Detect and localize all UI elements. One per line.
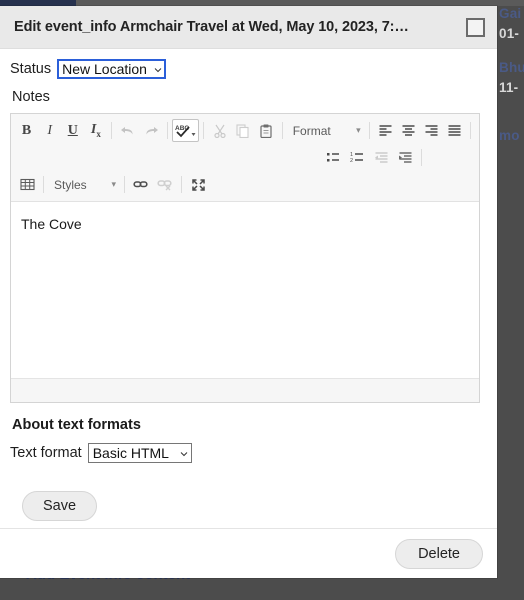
- save-button-row: Save: [10, 491, 485, 521]
- text-format-select[interactable]: Basic HTML: [87, 443, 192, 463]
- toolbar-separator: [124, 176, 125, 193]
- text-format-label: Text format: [10, 445, 82, 461]
- background-right-column: Gai 01- Bhu 11- mo: [497, 0, 524, 600]
- delete-button[interactable]: Delete: [395, 538, 483, 569]
- background-more-link[interactable]: mo: [497, 126, 524, 146]
- table-icon[interactable]: [15, 173, 39, 196]
- italic-icon[interactable]: I: [38, 119, 61, 142]
- close-square-icon[interactable]: [466, 17, 485, 37]
- dialog-footer: Delete: [0, 528, 497, 578]
- copy-icon[interactable]: [232, 119, 255, 142]
- edit-event-info-dialog: Edit event_info Armchair Travel at Wed, …: [0, 6, 497, 578]
- text-format-select-wrap: Basic HTML: [87, 443, 192, 463]
- background-link-2[interactable]: Bhu: [497, 58, 524, 78]
- dialog-title: Edit event_info Armchair Travel at Wed, …: [14, 19, 409, 35]
- rich-text-editor: B I U Ix ABC Format ▾ 1 2 Styles ▾ The C…: [10, 113, 480, 403]
- redo-icon[interactable]: [140, 119, 163, 142]
- cut-icon[interactable]: [208, 119, 231, 142]
- toolbar-separator: [203, 122, 205, 139]
- undo-icon[interactable]: [116, 119, 139, 142]
- unlink-icon[interactable]: [153, 173, 177, 196]
- format-dropdown-label: Format: [292, 123, 331, 138]
- dialog-body: Status New Location Notes B I U Ix ABC F…: [0, 49, 497, 528]
- background-date-2: 11-: [499, 80, 519, 95]
- about-text-formats-heading: About text formats: [12, 417, 141, 433]
- chevron-down-icon: ▾: [356, 125, 361, 135]
- notes-paragraph: The Cove: [21, 216, 82, 232]
- status-select[interactable]: New Location: [57, 59, 167, 79]
- remove-format-icon[interactable]: Ix: [84, 119, 107, 142]
- bold-icon[interactable]: B: [15, 119, 38, 142]
- toolbar-separator: [281, 122, 283, 139]
- format-dropdown[interactable]: Format ▾: [287, 119, 365, 142]
- indent-icon[interactable]: [393, 146, 417, 169]
- numbered-list-icon[interactable]: 12: [345, 146, 369, 169]
- toolbar-separator: [111, 122, 113, 139]
- styles-dropdown[interactable]: Styles ▾: [48, 173, 120, 196]
- toolbar-separator: [368, 122, 370, 139]
- dialog-header: Edit event_info Armchair Travel at Wed, …: [0, 6, 497, 49]
- status-label: Status: [10, 61, 52, 77]
- editor-toolbar: B I U Ix ABC Format ▾ 1 2 Styles ▾: [11, 114, 479, 202]
- align-justify-icon[interactable]: [443, 119, 466, 142]
- toolbar-separator: [421, 149, 422, 166]
- background-link-1[interactable]: Gai: [497, 4, 524, 24]
- editor-status-bar: [11, 378, 479, 402]
- notes-label: Notes: [12, 89, 50, 105]
- status-field-row: Status New Location: [10, 59, 485, 79]
- maximize-icon[interactable]: [186, 173, 210, 196]
- spell-check-icon[interactable]: ABC: [171, 119, 200, 142]
- background-date-1: 01-: [499, 26, 520, 41]
- toolbar-separator: [43, 176, 44, 193]
- bulleted-list-icon[interactable]: [321, 146, 345, 169]
- align-center-icon[interactable]: [397, 119, 420, 142]
- align-right-icon[interactable]: [420, 119, 443, 142]
- editor-toolbar-row-2: 12: [15, 144, 475, 171]
- text-format-field-row: Text format Basic HTML: [10, 443, 485, 463]
- save-button[interactable]: Save: [22, 491, 98, 521]
- styles-dropdown-label: Styles: [54, 177, 87, 192]
- chevron-down-icon: ▾: [111, 179, 116, 189]
- paste-icon[interactable]: [255, 119, 278, 142]
- align-left-icon[interactable]: [374, 119, 397, 142]
- toolbar-separator: [181, 176, 182, 193]
- notes-editor-content[interactable]: The Cove: [11, 202, 479, 378]
- toolbar-separator: [470, 122, 472, 139]
- link-icon[interactable]: [129, 173, 153, 196]
- svg-text:2: 2: [350, 158, 353, 164]
- underline-icon[interactable]: U: [61, 119, 84, 142]
- toolbar-separator: [166, 122, 168, 139]
- outdent-icon[interactable]: [369, 146, 393, 169]
- editor-toolbar-row-3: Styles ▾: [15, 171, 475, 198]
- status-select-wrap: New Location: [57, 59, 167, 79]
- editor-toolbar-row-1: B I U Ix ABC Format ▾: [15, 117, 475, 144]
